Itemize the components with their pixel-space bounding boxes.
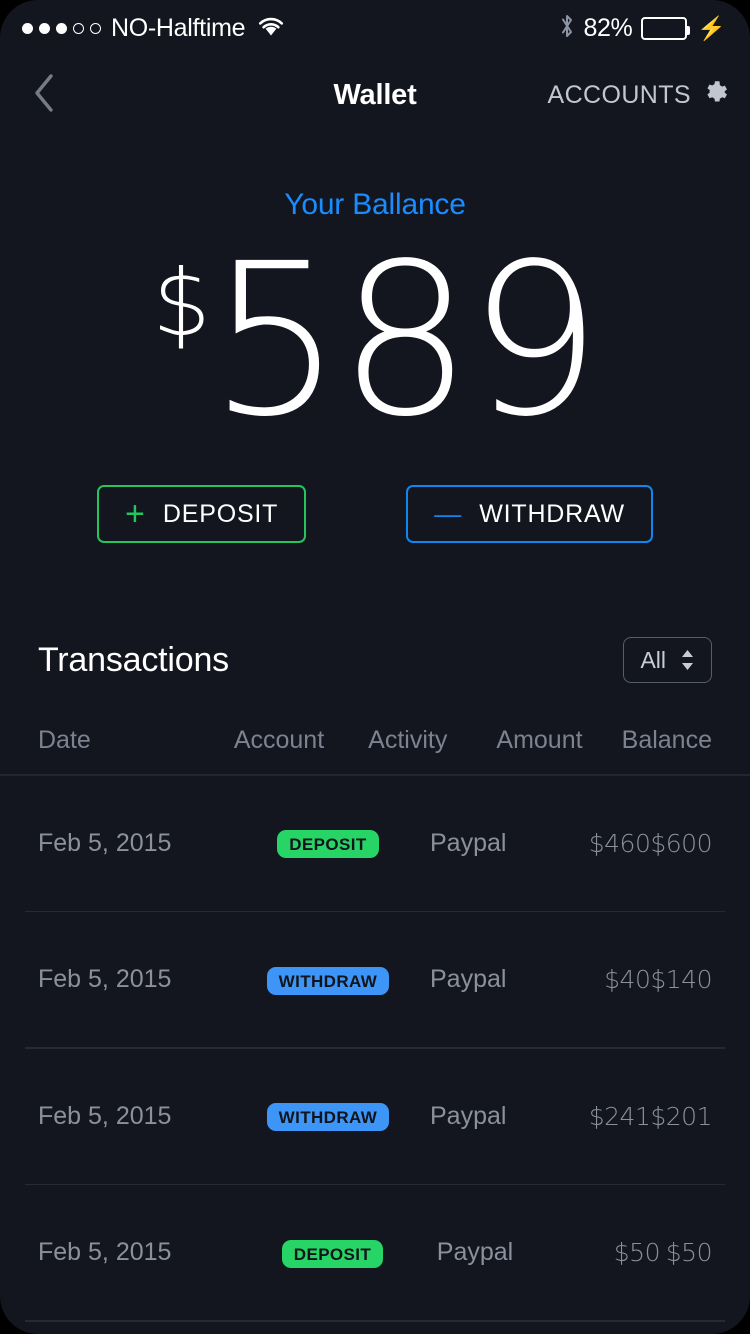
balance-amount: $589: [0, 236, 750, 446]
cell-account: WITHDRAW: [252, 965, 405, 995]
column-header-balance: Balance: [621, 725, 712, 754]
cell-balance: $201: [650, 1101, 712, 1131]
cell-date: Feb 5, 2015: [38, 1238, 172, 1266]
table-row[interactable]: Feb 5, 2015 WITHDRAW Paypal $40 $140: [0, 912, 750, 1047]
cell-amount: $460: [588, 828, 651, 858]
phone-screen: NO-Halftime 82% ⚡ Wallet ACCOUNTS Your B…: [0, 0, 750, 1334]
cell-account: WITHDRAW: [252, 1101, 405, 1131]
status-bar-left: NO-Halftime: [22, 14, 285, 43]
status-badge: DEPOSIT: [281, 1239, 384, 1268]
nav-bar: Wallet ACCOUNTS: [0, 56, 750, 134]
back-button[interactable]: [22, 73, 66, 117]
deposit-button-label: DEPOSIT: [162, 499, 279, 528]
carrier-label: NO-Halftime: [111, 13, 246, 42]
cell-balance: $600: [650, 828, 712, 858]
transactions-filter-select[interactable]: All: [623, 637, 712, 683]
cell-activity: Paypal: [430, 1101, 507, 1130]
transactions-header: Transactions All: [0, 632, 750, 688]
column-header-amount: Amount: [496, 725, 583, 754]
status-badge: WITHDRAW: [266, 966, 390, 995]
lightning-bolt-icon: ⚡: [697, 14, 726, 41]
cell-date: Feb 5, 2015: [38, 1101, 172, 1130]
signal-dot-3: [56, 22, 67, 34]
table-row[interactable]: Feb 5, 2015 DEPOSIT Paypal $50 $50: [0, 1185, 750, 1320]
battery-percent-label: 82%: [583, 13, 633, 42]
status-bar: NO-Halftime 82% ⚡: [0, 0, 750, 56]
accounts-button[interactable]: ACCOUNTS: [548, 79, 728, 111]
cell-amount: $241: [588, 1101, 651, 1131]
gear-icon: [701, 79, 728, 111]
signal-dot-1: [22, 22, 33, 34]
transactions-filter-value: All: [640, 646, 666, 673]
cell-activity: Paypal: [430, 828, 507, 857]
chevron-left-icon: [31, 71, 57, 120]
stepper-updown-icon: [680, 649, 695, 671]
column-header-account: Account: [233, 725, 325, 754]
balance-label: Your Ballance: [284, 188, 466, 221]
cell-balance: $50: [665, 1238, 713, 1267]
column-header-date: Date: [38, 725, 91, 754]
status-bar-right: 82% ⚡: [559, 13, 726, 44]
signal-dot-5: [90, 22, 101, 34]
wifi-icon: [257, 15, 285, 41]
withdraw-button-label: WITHDRAW: [479, 499, 625, 528]
minus-icon: —: [434, 498, 462, 529]
cell-amount: $50: [613, 1238, 661, 1267]
withdraw-button[interactable]: — WITHDRAW: [406, 485, 653, 543]
signal-strength-dots: [22, 22, 101, 34]
table-header-row: Date Account Activity Amount Balance: [0, 706, 750, 774]
balance-currency-symbol: $: [152, 250, 211, 357]
bluetooth-icon: [559, 13, 575, 44]
cell-balance: $140: [650, 965, 712, 994]
battery-icon: [641, 16, 691, 40]
cell-date: Feb 5, 2015: [38, 965, 172, 993]
cell-account: DEPOSIT: [255, 1238, 410, 1268]
table-row[interactable]: Feb 5, 2015 WITHDRAW Paypal $241 $201: [0, 1049, 750, 1184]
balance-value: 589: [208, 218, 602, 463]
table-row[interactable]: Feb 5, 2015 DEPOSIT Paypal $460 $600: [0, 776, 750, 911]
row-divider: [25, 1320, 725, 1322]
cell-activity: Paypal: [430, 965, 507, 993]
transactions-table: Date Account Activity Amount Balance Feb…: [0, 706, 750, 1322]
signal-dot-2: [39, 22, 50, 34]
action-buttons: + DEPOSIT — WITHDRAW: [0, 485, 750, 543]
cell-account: DEPOSIT: [252, 828, 405, 858]
signal-dot-4: [73, 22, 84, 34]
transactions-title: Transactions: [38, 640, 229, 679]
cell-activity: Paypal: [436, 1238, 514, 1266]
status-badge: DEPOSIT: [277, 830, 379, 858]
cell-date: Feb 5, 2015: [38, 828, 172, 857]
plus-icon: +: [125, 495, 145, 533]
status-badge: WITHDRAW: [266, 1103, 390, 1131]
accounts-label: ACCOUNTS: [547, 80, 691, 109]
cell-amount: $40: [604, 965, 651, 994]
column-header-activity: Activity: [368, 725, 448, 754]
deposit-button[interactable]: + DEPOSIT: [97, 485, 307, 543]
